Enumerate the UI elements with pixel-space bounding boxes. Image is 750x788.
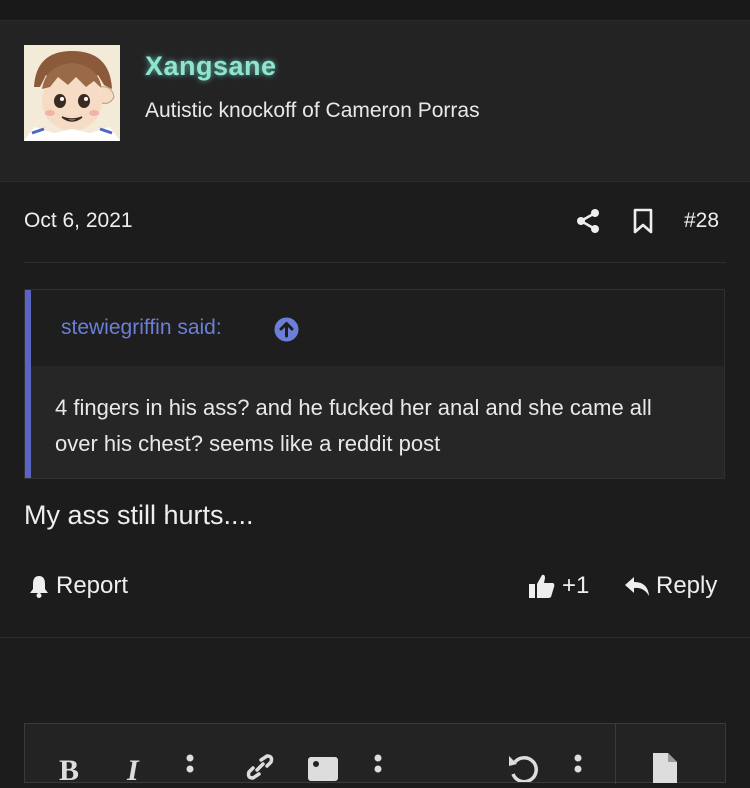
reply-label: Reply (656, 572, 718, 599)
divider (0, 181, 750, 182)
like-button[interactable]: +1 (528, 572, 589, 600)
bookmark-icon[interactable] (632, 208, 654, 234)
divider (0, 637, 750, 638)
post-message: My ass still hurts.... (24, 500, 254, 530)
report-label: Report (56, 572, 129, 599)
like-count: +1 (562, 572, 590, 599)
post-number-link[interactable]: #28 (684, 209, 719, 233)
toolbar-divider (615, 724, 616, 784)
username[interactable]: Xangsane (145, 51, 277, 82)
post-date[interactable]: Oct 6, 2021 (24, 209, 133, 233)
avatar[interactable] (24, 45, 120, 141)
share-icon[interactable] (575, 208, 601, 234)
thumbs-up-icon (529, 574, 555, 598)
more-options-icon[interactable] (573, 754, 583, 784)
arrow-up-circle-icon[interactable] (274, 317, 299, 342)
message-user-header: Xangsane Autistic knockoff of Cameron Po… (0, 21, 750, 203)
top-bar (0, 0, 750, 21)
report-button[interactable]: Report (28, 572, 128, 600)
user-title: Autistic knockoff of Cameron Porras (145, 99, 480, 122)
quote-author-link[interactable]: stewiegriffin said: (61, 316, 222, 340)
drafts-icon[interactable] (651, 752, 679, 784)
quote-text: 4 fingers in his ass? and he fucked her … (55, 395, 652, 456)
image-icon[interactable] (307, 756, 339, 782)
reply-button[interactable]: Reply (624, 572, 717, 600)
more-options-icon[interactable] (373, 754, 383, 784)
italic-button[interactable]: I (127, 754, 139, 788)
quote-block: stewiegriffin said: 4 fingers in his ass… (24, 289, 725, 479)
reply-icon (625, 577, 649, 596)
bold-button[interactable]: B (59, 754, 79, 788)
divider (24, 262, 726, 263)
bell-icon (30, 576, 48, 598)
more-options-icon[interactable] (185, 754, 195, 784)
header-arrow (46, 181, 98, 203)
avatar-image (24, 45, 120, 141)
quick-reply-editor-toolbar: B I (24, 723, 726, 787)
link-icon[interactable] (245, 752, 275, 782)
quote-header: stewiegriffin said: (31, 290, 724, 366)
undo-icon[interactable] (507, 752, 539, 782)
